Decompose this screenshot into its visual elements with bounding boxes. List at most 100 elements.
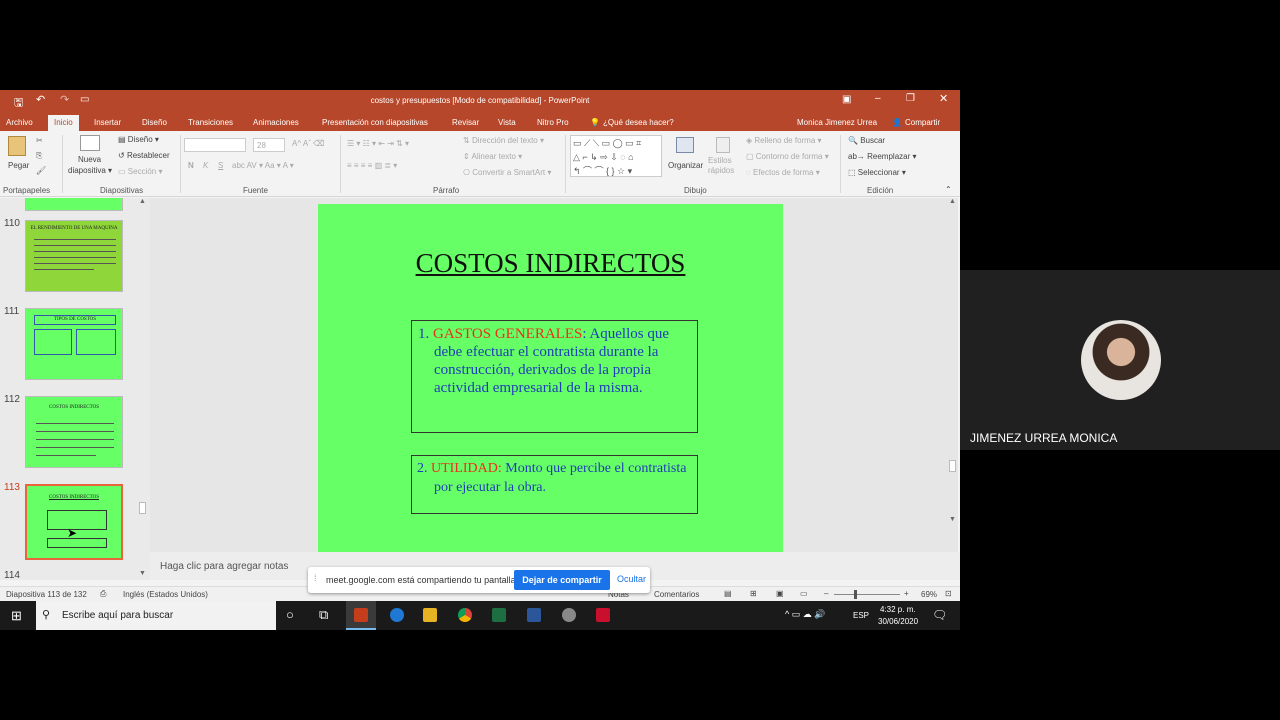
normal-view-icon[interactable]: ▤	[724, 589, 732, 598]
slide-thumbnail-113-selected[interactable]: COSTOS INDIRECTOS ➤	[25, 484, 123, 560]
slide-thumbnail-110[interactable]: EL RENDIMIENTO DE UNA MAQUINA	[25, 220, 123, 292]
tray-icons[interactable]: ^ ▭ ☁ 🔊	[785, 609, 825, 620]
user-name[interactable]: Monica Jimenez Urrea	[797, 118, 877, 127]
font-grow-icon[interactable]: A^ Aˇ ⌫	[292, 139, 324, 148]
content-box-utilidad[interactable]: 2. UTILIDAD: Monto que percibe el contra…	[411, 455, 698, 514]
zoom-slider-thumb[interactable]	[854, 590, 857, 599]
zoom-in-button[interactable]: +	[904, 589, 909, 598]
taskbar-search-input[interactable]: ⚲ Escribe aquí para buscar	[36, 601, 276, 630]
collapse-ribbon-icon[interactable]: ⌃	[945, 185, 952, 194]
slide-thumbnail-111[interactable]: TIPOS DE COSTOS	[25, 308, 123, 380]
fit-slide-icon[interactable]: ⊡	[945, 589, 952, 598]
select-button[interactable]: ⬚ Seleccionar ▾	[848, 168, 906, 177]
language-indicator[interactable]: Inglés (Estados Unidos)	[123, 590, 208, 599]
section-button[interactable]: ▭ Sección ▾	[118, 167, 163, 176]
reset-button[interactable]: ↺ Restablecer	[118, 151, 170, 160]
notes-placeholder[interactable]: Haga clic para agregar notas	[160, 561, 288, 572]
tab-diseno[interactable]: Diseño	[142, 118, 167, 127]
tab-nitro-pro[interactable]: Nitro Pro	[537, 118, 569, 127]
align-text-button[interactable]: ⇕ Alinear texto ▾	[463, 152, 522, 161]
slide-sorter-icon[interactable]: ⊞	[750, 589, 757, 598]
underline-button[interactable]: S	[218, 161, 223, 170]
font-name-field[interactable]	[184, 138, 246, 152]
quick-styles-button[interactable]: Estilos rápidos	[708, 156, 738, 176]
font-size-field[interactable]: 28	[253, 138, 285, 152]
cortana-icon[interactable]: ○	[286, 607, 294, 622]
replace-button[interactable]: ab→ Reemplazar ▾	[848, 152, 917, 161]
tell-me-search[interactable]: ¿Qué desea hacer?	[603, 118, 674, 127]
tab-presentacion[interactable]: Presentación con diapositivas	[322, 118, 428, 127]
excel-icon[interactable]	[492, 608, 506, 622]
windows-start-icon[interactable]: ⊞	[11, 608, 22, 624]
tab-revisar[interactable]: Revisar	[452, 118, 479, 127]
divider	[180, 135, 181, 193]
new-slide-button[interactable]: diapositiva ▾	[68, 166, 112, 175]
app-icon[interactable]	[562, 608, 576, 622]
tab-archivo[interactable]: Archivo	[6, 118, 33, 127]
shape-fill-button[interactable]: ◈ Relleno de forma ▾	[746, 136, 822, 145]
zoom-level[interactable]: 69%	[921, 590, 937, 599]
edge-icon[interactable]	[390, 608, 404, 622]
zoom-slider[interactable]	[834, 594, 900, 595]
editor-scrollbar[interactable]: ▲ ▼	[948, 198, 958, 552]
arrange-icon[interactable]	[676, 137, 694, 153]
tab-transiciones[interactable]: Transiciones	[188, 118, 233, 127]
reading-view-icon[interactable]: ▣	[776, 589, 784, 598]
comments-button[interactable]: Comentarios	[654, 590, 699, 599]
format-painter-icon[interactable]: 🖌	[36, 166, 46, 175]
shapes-gallery[interactable]: ▭ ⟋ ⟍ ▭ ◯ ▭ ⌗ △ ⌐ ↳ ⇨ ⇩ ◌ ⌂ ↰ ⌒ ⌒ { } ☆ ▾	[570, 135, 662, 177]
minimize-button[interactable]: –	[875, 93, 881, 104]
powerpoint-icon[interactable]	[354, 608, 368, 622]
task-view-icon[interactable]: ⧉	[319, 607, 328, 623]
shape-outline-button[interactable]: ▢ Contorno de forma ▾	[746, 152, 829, 161]
bold-button[interactable]: N	[188, 161, 194, 170]
tab-vista[interactable]: Vista	[498, 118, 516, 127]
font-more-icons[interactable]: abc AV ▾ Aa ▾ A ▾	[232, 161, 294, 170]
smartart-button[interactable]: ⎔ Convertir a SmartArt ▾	[463, 168, 551, 177]
stop-sharing-button[interactable]: Dejar de compartir	[514, 570, 610, 590]
shape-effects-button[interactable]: ◌ Efectos de forma ▾	[746, 168, 820, 177]
spellcheck-icon[interactable]: ⎙	[100, 589, 106, 599]
text-line	[34, 263, 116, 264]
tab-animaciones[interactable]: Animaciones	[253, 118, 299, 127]
quick-styles-icon[interactable]	[716, 137, 730, 153]
text-direction-button[interactable]: ⇅ Dirección del texto ▾	[463, 136, 544, 145]
chrome-icon[interactable]	[458, 608, 472, 622]
app-icon[interactable]	[596, 608, 610, 622]
input-language[interactable]: ESP	[853, 611, 869, 620]
file-explorer-icon[interactable]	[423, 608, 437, 622]
slide-thumbnail-112[interactable]: COSTOS INDIRECTOS	[25, 396, 123, 468]
find-button[interactable]: 🔍 Buscar	[848, 136, 885, 145]
thumbnails-scrollbar[interactable]: ▲ ▼	[138, 198, 148, 580]
hide-button[interactable]: Ocultar	[617, 574, 646, 584]
ribbon-display-icon[interactable]: ▣	[842, 94, 851, 105]
paste-icon[interactable]	[8, 136, 26, 156]
share-button[interactable]: Compartir	[905, 118, 940, 127]
maximize-button[interactable]: ❐	[906, 93, 915, 104]
bullets-icon[interactable]: ☰ ▾ ☷ ▾ ⇤ ⇥ ⇅ ▾	[347, 139, 409, 148]
content-box-gastos-generales[interactable]: 1. GASTOS GENERALES: Aquellos que debe e…	[411, 320, 698, 433]
notifications-icon[interactable]: 🗨	[932, 608, 947, 622]
slide-thumbnail-109[interactable]	[25, 198, 123, 211]
zoom-out-button[interactable]: –	[824, 589, 828, 598]
thumbnail-title-box: TIPOS DE COSTOS	[34, 315, 116, 325]
clock-date[interactable]: 30/06/2020	[878, 617, 918, 626]
paste-button[interactable]: Pegar	[8, 161, 29, 170]
copy-icon[interactable]: ⎘	[36, 151, 42, 161]
new-slide-icon[interactable]	[80, 135, 100, 151]
clock-time[interactable]: 4:32 p. m.	[880, 605, 916, 614]
word-icon[interactable]	[527, 608, 541, 622]
close-button[interactable]: ✕	[939, 92, 948, 105]
tab-inicio[interactable]: Inicio	[48, 115, 79, 131]
arrange-button[interactable]: Organizar	[668, 161, 703, 170]
cut-icon[interactable]: ✂	[36, 136, 43, 145]
new-slide-label[interactable]: Nueva	[78, 155, 101, 164]
slideshow-icon[interactable]: ▭	[800, 589, 808, 598]
tab-insertar[interactable]: Insertar	[94, 118, 121, 127]
current-slide[interactable]: COSTOS INDIRECTOS 1. GASTOS GENERALES: A…	[318, 204, 783, 552]
italic-button[interactable]: K	[203, 161, 208, 170]
align-icons[interactable]: ≡ ≡ ≡ ≡ ▥ ≣ ▾	[347, 161, 397, 170]
drag-handle-icon[interactable]: ⁞	[314, 573, 317, 583]
layout-button[interactable]: ▤ Diseño ▾	[118, 135, 159, 144]
slide-title[interactable]: COSTOS INDIRECTOS	[318, 248, 783, 279]
